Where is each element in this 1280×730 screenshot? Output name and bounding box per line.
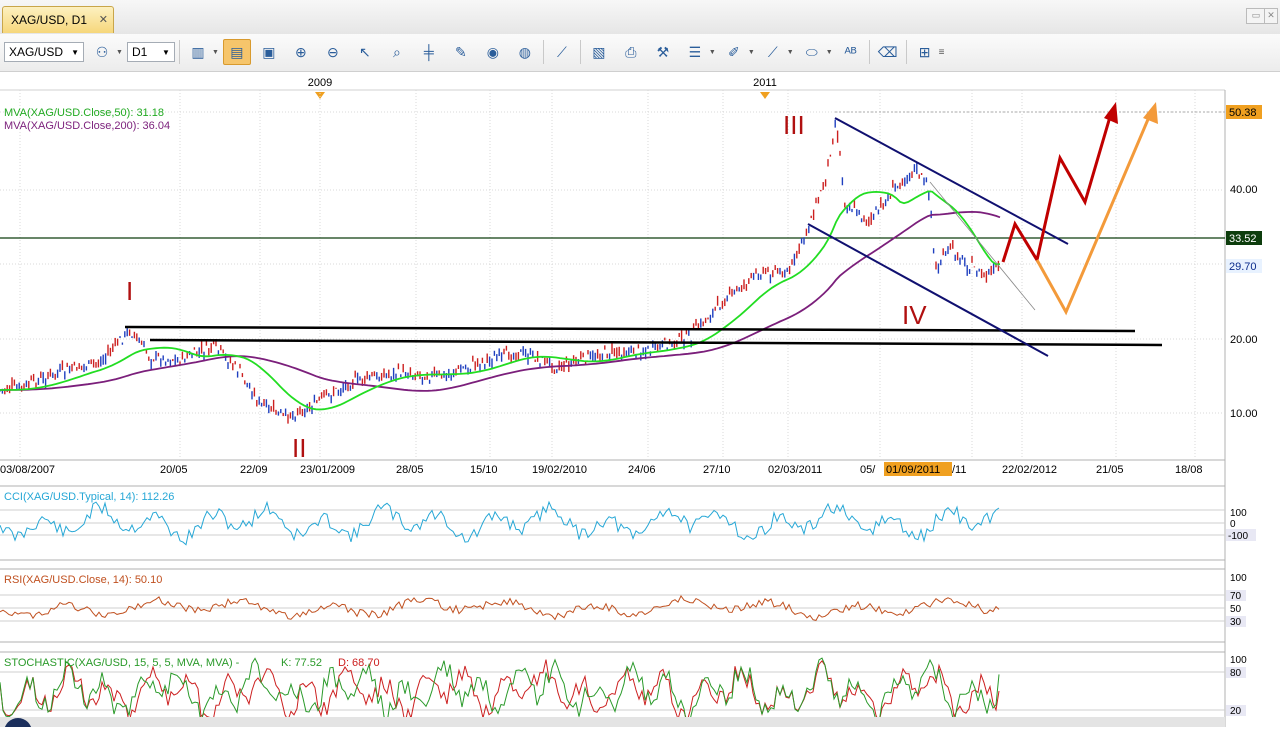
zoom-out-icon[interactable]: ⊖ (319, 39, 347, 65)
date-tick: 15/10 (470, 464, 498, 476)
restore-icon[interactable]: ▭ (1246, 8, 1266, 24)
price-tick: 40.00 (1230, 184, 1258, 196)
mva50-label: MVA(XAG/USD.Close,50): 31.18 (4, 107, 164, 119)
rsi-tick: 70 (1230, 591, 1242, 602)
wave-label: IV (902, 300, 927, 330)
cursor-icon[interactable]: ↖ (351, 39, 379, 65)
print-icon[interactable]: ⎙ (617, 39, 645, 65)
wave-label: II (292, 433, 306, 463)
note-icon[interactable]: ✎ (447, 39, 475, 65)
zoom-area-icon[interactable]: ⌕ (383, 39, 411, 65)
eraser-icon[interactable]: ⌫ (874, 39, 902, 65)
wave-label: III (783, 110, 805, 140)
date-tick: 20/05 (160, 464, 188, 476)
date-tick: 28/05 (396, 464, 424, 476)
date-tick: 22/02/2012 (1002, 464, 1057, 476)
bar-chart-icon[interactable]: ▥ (184, 39, 212, 65)
date-tick: 05/ (860, 464, 876, 476)
cci-tick: 0 (1230, 519, 1236, 530)
separator (178, 40, 180, 64)
date-highlight-label: 01/09/2011 (886, 464, 940, 476)
stoch-tick: 20 (1230, 706, 1242, 717)
stoch-d-value: D: 68.70 (338, 657, 380, 669)
cci-tick: -100 (1228, 531, 1248, 542)
close-window-icon[interactable]: ✕ (1264, 8, 1278, 24)
cci-tick: 100 (1230, 508, 1247, 519)
zoom-in-icon[interactable]: ⊕ (287, 39, 315, 65)
horizontal-scrollbar[interactable] (0, 717, 1225, 727)
symbol-value: XAG/USD (9, 45, 64, 59)
separator (868, 40, 870, 64)
chart-canvas: 2009 2011 I II III IV 40.00 20.00 10.00 … (0, 72, 1280, 730)
chart-type-icon[interactable]: ⚇ (88, 39, 116, 65)
eye-icon[interactable]: ◉ (479, 39, 507, 65)
rsi-tick: 100 (1230, 573, 1247, 584)
chevron-down-icon: ▼ (162, 47, 170, 57)
separator (905, 40, 907, 64)
date-tick: 19/02/2010 (532, 464, 587, 476)
date-tick: 02/03/2011 (768, 464, 822, 476)
date-tick: 03/08/2007 (0, 464, 55, 476)
stoch-tick: 80 (1230, 668, 1242, 679)
brush-icon[interactable]: ⟋ (759, 39, 787, 65)
timeframe-select[interactable]: D1 ▼ (126, 42, 175, 62)
high-value: 50.38 (1229, 107, 1257, 119)
properties-icon[interactable]: ▣ (255, 39, 283, 65)
close-icon[interactable]: ✕ (99, 13, 108, 26)
date-tick: /11 (952, 464, 966, 476)
date-tick: 21/05 (1096, 464, 1124, 476)
chart-area[interactable]: 2009 2011 I II III IV 40.00 20.00 10.00 … (0, 72, 1280, 730)
screenshot-icon[interactable]: ▧ (585, 39, 613, 65)
stoch-label: STOCHASTIC(XAG/USD, 15, 5, 5, MVA, MVA) … (4, 657, 240, 669)
toolbar: XAG/USD ▼ ⚇ ▼ D1 ▼ ▥ ▼ ▤ ▣ ⊕ ⊖ ↖ ⌕ ╪ ✎ ◉ ◍ ⟋… (0, 34, 1280, 72)
level-value: 33.52 (1229, 233, 1257, 245)
ellipse-icon[interactable]: ⬭ (798, 39, 826, 65)
globe-icon[interactable]: ◍ (511, 39, 539, 65)
top-year-label: 2009 (308, 77, 332, 89)
date-tick: 22/09 (240, 464, 268, 476)
tab-bar: XAG/USD, D1 ✕ ▭ ✕ (0, 0, 1280, 35)
date-tick: 23/01/2009 (300, 464, 355, 476)
rsi-tick: 30 (1230, 617, 1242, 628)
chevron-down-icon: ▼ (71, 47, 79, 57)
mva200-label: MVA(XAG/USD.Close,200): 36.04 (4, 120, 171, 132)
date-tick: 18/08 (1175, 464, 1203, 476)
date-tick: 27/10 (703, 464, 731, 476)
rsi-label: RSI(XAG/USD.Close, 14): 50.10 (4, 574, 162, 586)
tools-icon[interactable]: ⚒ (649, 39, 677, 65)
separator (542, 40, 544, 64)
ruler-icon[interactable]: ⟋ (548, 39, 576, 65)
date-tick: 24/06 (628, 464, 656, 476)
price-tick: 20.00 (1230, 334, 1258, 346)
stoch-k-value: K: 77.52 (281, 657, 322, 669)
stoch-tick: 100 (1230, 655, 1247, 666)
tree-icon[interactable]: ⊞ (911, 39, 939, 65)
text-icon[interactable]: ᴬᴮ (837, 39, 865, 65)
rsi-tick: 50 (1230, 604, 1242, 615)
last-price-value: 29.70 (1229, 261, 1257, 273)
tab-xag-usd[interactable]: XAG/USD, D1 ✕ (2, 6, 114, 33)
price-tick: 10.00 (1230, 408, 1258, 420)
wave-label: I (126, 276, 133, 306)
tab-title: XAG/USD, D1 (11, 13, 88, 27)
crosshair-icon[interactable]: ╪ (415, 39, 443, 65)
template-icon[interactable]: ▤ (222, 39, 251, 65)
lines-icon[interactable]: ☰ (681, 39, 709, 65)
separator (579, 40, 581, 64)
cci-label: CCI(XAG/USD.Typical, 14): 112.26 (4, 491, 174, 503)
top-year-label: 2011 (753, 77, 777, 89)
timeframe-value: D1 (131, 45, 148, 59)
pen-icon[interactable]: ✐ (720, 39, 748, 65)
symbol-select[interactable]: XAG/USD ▼ (4, 42, 84, 62)
